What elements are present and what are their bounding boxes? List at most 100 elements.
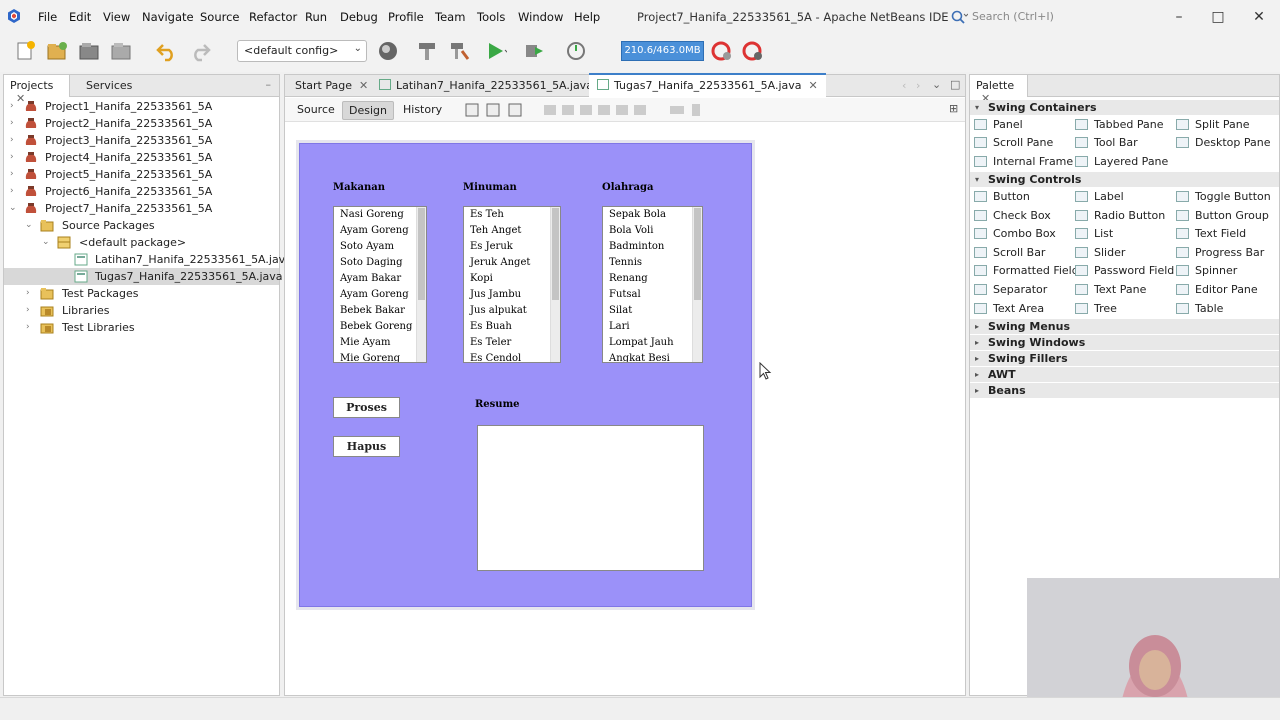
menu-profile[interactable]: Profile [388,10,424,24]
selection-mode-icons[interactable] [465,102,525,118]
clean-build-icon[interactable] [448,39,472,63]
list-item[interactable]: Soto Ayam [340,241,394,252]
menu-run[interactable]: Run [305,10,327,24]
tree-item-project7[interactable]: ⌄ Project7_Hanifa_22533561_5A [4,200,279,217]
tree-item-source-packages[interactable]: ⌄ Source Packages [4,217,279,234]
tab-start-page[interactable]: Start Page ✕ [287,75,376,97]
expand-icon[interactable]: › [10,132,20,149]
list-item[interactable]: Renang [609,273,648,284]
minimize-panel-icon[interactable]: – [266,78,272,91]
minuman-list[interactable]: Es Teh Teh Anget Es Jeruk Jeruk Anget Ko… [463,206,561,363]
list-item[interactable]: Ayam Bakar [340,273,401,284]
list-item[interactable]: Es Cendol [470,353,521,362]
scrollbar-thumb[interactable] [552,208,559,300]
scroll-left-icon[interactable]: ‹ [902,79,906,92]
category-awt[interactable]: ▸ AWT [970,367,1279,382]
expand-icon[interactable]: ⊞ [949,102,958,115]
scrollbar[interactable] [692,207,702,362]
menu-edit[interactable]: Edit [69,10,91,24]
expand-icon[interactable]: ▸ [975,383,979,398]
expand-icon[interactable]: ▸ [975,351,979,366]
list-item[interactable]: Angkat Besi [609,353,670,362]
search-input[interactable]: Search (Ctrl+I) [972,10,1054,23]
list-item[interactable]: Lompat Jauh [609,337,674,348]
design-view-button[interactable]: Design [342,101,394,120]
tab-palette[interactable]: Palette ✕ [970,75,1028,105]
expand-icon[interactable]: › [26,285,36,302]
category-swing-windows[interactable]: ▸ Swing Windows [970,335,1279,350]
expand-icon[interactable]: › [10,183,20,200]
list-item[interactable]: Lari [609,321,630,332]
menu-debug[interactable]: Debug [340,10,378,24]
debug-icon[interactable] [522,39,546,63]
tree-item-project3[interactable]: › Project3_Hanifa_22533561_5A [4,132,279,149]
jframe-form[interactable]: Makanan Minuman Olahraga Nasi Goreng Aya… [299,143,752,607]
proses-button[interactable]: Proses [333,397,400,418]
expand-icon[interactable]: › [10,115,20,132]
gc-icon[interactable] [710,39,734,63]
tree-item-default-package[interactable]: ⌄ <default package> [4,234,279,251]
maximize-button[interactable]: □ [1209,8,1227,26]
list-item[interactable]: Bebek Goreng [340,321,412,332]
expand-icon[interactable]: › [26,319,36,336]
list-item[interactable]: Soto Daging [340,257,403,268]
undo-icon[interactable] [155,39,179,63]
list-item[interactable]: Silat [609,305,632,316]
makanan-list[interactable]: Nasi Goreng Ayam Goreng Soto Ayam Soto D… [333,206,427,363]
scrollbar-thumb[interactable] [418,208,425,300]
profile-icon[interactable] [565,39,589,63]
tree-item-test-libraries[interactable]: › Test Libraries [4,319,279,336]
list-item[interactable]: Badminton [609,241,664,252]
memory-usage-bar[interactable]: 210.6/463.0MB [621,41,704,61]
expand-icon[interactable]: › [10,149,20,166]
collapse-icon[interactable]: ⌄ [42,234,52,251]
menu-navigate[interactable]: Navigate [142,10,194,24]
menu-view[interactable]: View [103,10,130,24]
expand-icon[interactable]: › [26,302,36,319]
collapse-icon[interactable]: ⌄ [25,217,35,234]
expand-icon[interactable]: › [10,98,20,115]
tree-item-project2[interactable]: › Project2_Hanifa_22533561_5A [4,115,279,132]
new-project-icon[interactable] [45,39,69,63]
category-swing-fillers[interactable]: ▸ Swing Fillers [970,351,1279,366]
list-item[interactable]: Es Teler [470,337,511,348]
list-item[interactable]: Bola Voli [609,225,653,236]
collapse-icon[interactable]: ▾ [975,172,979,187]
category-swing-containers[interactable]: ▾ Swing Containers [970,100,1279,115]
tab-tugas7[interactable]: Tugas7_Hanifa_22533561_5A.java ✕ [589,73,826,97]
open-project-icon[interactable] [77,39,101,63]
expand-icon[interactable]: ▸ [975,319,979,334]
expand-icon[interactable]: › [10,166,20,183]
tree-item-latihan7[interactable]: Latihan7_Hanifa_22533561_5A.java [4,251,292,268]
tree-item-project4[interactable]: › Project4_Hanifa_22533561_5A [4,149,279,166]
list-item[interactable]: Kopi [470,273,493,284]
list-item[interactable]: Teh Anget [470,225,521,236]
list-item[interactable]: Jeruk Anget [470,257,530,268]
new-file-icon[interactable] [14,39,38,63]
menu-team[interactable]: Team [435,10,465,24]
tree-item-test-packages[interactable]: › Test Packages [4,285,279,302]
menu-refactor[interactable]: Refactor [249,10,297,24]
scrollbar-thumb[interactable] [694,208,701,300]
category-beans[interactable]: ▸ Beans [970,383,1279,398]
list-item[interactable]: Sepak Bola [609,209,666,220]
list-item[interactable]: Mie Goreng [340,353,400,362]
history-view-button[interactable]: History [397,101,448,120]
build-hammer-icon[interactable] [415,39,439,63]
menu-help[interactable]: Help [574,10,600,24]
list-item[interactable]: Futsal [609,289,641,300]
minimize-button[interactable]: – [1170,8,1188,26]
tree-item-project1[interactable]: › Project1_Hanifa_22533561_5A [4,98,279,115]
list-item[interactable]: Ayam Goreng [340,289,409,300]
run-icon[interactable] [483,39,507,63]
tree-item-project6[interactable]: › Project6_Hanifa_22533561_5A [4,183,279,200]
menu-source[interactable]: Source [200,10,240,24]
list-item[interactable]: Jus alpukat [470,305,527,316]
scroll-right-icon[interactable]: › [916,79,920,92]
olahraga-list[interactable]: Sepak Bola Bola Voli Badminton Tennis Re… [602,206,703,363]
maximize-editor-icon[interactable]: □ [950,78,960,91]
list-item[interactable]: Bebek Bakar [340,305,405,316]
list-item[interactable]: Jus Jambu [470,289,521,300]
redo-icon[interactable] [188,39,212,63]
tree-item-tugas7[interactable]: Tugas7_Hanifa_22533561_5A.java [4,268,283,285]
